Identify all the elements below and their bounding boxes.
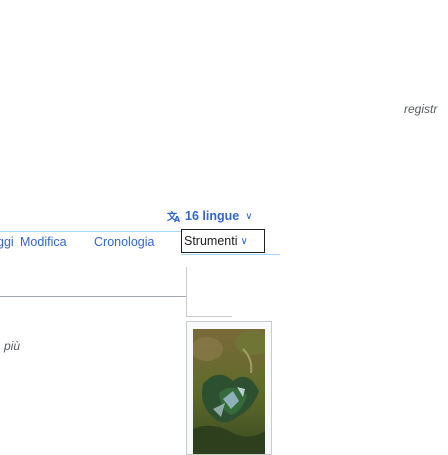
register-link[interactable]: registr [404, 102, 437, 116]
svg-text:A: A [174, 215, 181, 223]
tab-read[interactable]: ggi [0, 235, 14, 249]
tab-edit[interactable]: Modifica [20, 235, 67, 249]
languages-label: 16 lingue [185, 209, 240, 223]
content-box-outline [186, 267, 232, 317]
tab-history[interactable]: Cronologia [94, 235, 154, 249]
sidebar-field[interactable] [0, 278, 186, 297]
languages-button[interactable]: 文 A 16 lingue ∨ [167, 209, 253, 223]
tools-label: Strumenti [184, 234, 238, 248]
photo-image[interactable] [193, 329, 265, 454]
tools-underline [181, 254, 280, 255]
chevron-down-icon: ∨ [245, 210, 253, 222]
more-link[interactable]: più [4, 339, 20, 353]
translate-icon: 文 A [167, 210, 181, 223]
tools-dropdown[interactable]: Strumenti ∨ [181, 229, 265, 253]
chevron-down-icon: ∨ [240, 235, 248, 247]
